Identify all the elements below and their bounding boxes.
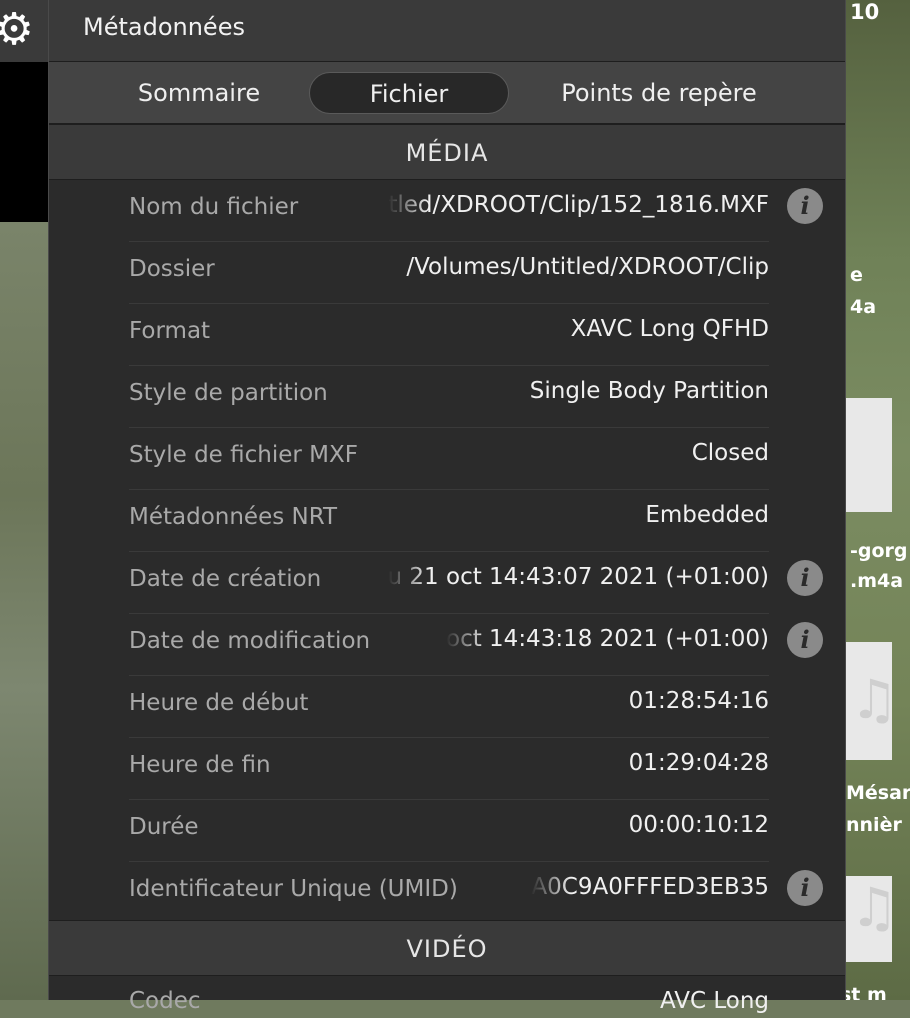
tab-bar: Sommaire Fichier Points de repère bbox=[49, 62, 845, 124]
metadata-row-label: Durée bbox=[129, 814, 215, 840]
metadata-row-codec: Codec AVC Long bbox=[129, 978, 769, 1018]
metadata-row-value[interactable]: 00:00:10:12 bbox=[629, 812, 769, 838]
metadata-row-label: Format bbox=[129, 318, 227, 344]
metadata-panel: Métadonnées Sommaire Fichier Points de r… bbox=[48, 0, 846, 1014]
metadata-row-value[interactable]: 01:29:04:28 bbox=[629, 750, 769, 776]
metadata-row-label: Heure de début bbox=[129, 690, 325, 716]
metadata-row-value[interactable]: Embedded bbox=[645, 502, 769, 528]
info-icon[interactable]: i bbox=[787, 622, 823, 658]
metadata-row: 01:28:54:16 Heure de début bbox=[129, 676, 769, 738]
gear-icon[interactable]: ⚙ bbox=[0, 6, 34, 54]
background-item-label: st m bbox=[846, 984, 887, 1000]
metadata-row-value[interactable]: 01:28:54:16 bbox=[629, 688, 769, 714]
music-note-icon: ♫ bbox=[850, 876, 899, 939]
metadata-row-label: Heure de fin bbox=[129, 752, 287, 778]
metadata-row: A0C9A0FFFED3EB35 Identificateur Unique (U… bbox=[129, 862, 769, 924]
background-photo-left bbox=[0, 222, 48, 1000]
metadata-row-value[interactable]: Single Body Partition bbox=[530, 378, 769, 404]
background-thumbnail[interactable]: ♫ bbox=[846, 642, 899, 760]
background-item-label: -gorg bbox=[850, 540, 908, 562]
section-header-media: MÉDIA bbox=[49, 124, 845, 180]
metadata-row-value[interactable]: u 21 oct 14:43:07 2021 (+01:00) bbox=[388, 564, 769, 590]
metadata-row-label: Style de fichier MXF bbox=[129, 442, 374, 468]
metadata-row: u 21 oct 14:43:07 2021 (+01:00) Date de c… bbox=[129, 552, 769, 614]
info-icon[interactable]: i bbox=[787, 560, 823, 596]
metadata-row-label: Nom du fichier bbox=[129, 194, 315, 220]
background-item-label: nnièr bbox=[846, 814, 902, 836]
metadata-row-value[interactable]: /Volumes/Untitled/XDROOT/Clip bbox=[406, 254, 769, 280]
background-thumbnail[interactable] bbox=[846, 398, 892, 512]
metadata-row-label: Codec bbox=[129, 988, 201, 1014]
metadata-row: Embedded Métadonnées NRT bbox=[129, 490, 769, 552]
background-toolbar-strip: ⚙ bbox=[0, 0, 48, 62]
background-item-label: 4a bbox=[850, 296, 877, 318]
info-icon[interactable]: i bbox=[787, 188, 823, 224]
metadata-row-value[interactable]: oct 14:43:18 2021 (+01:00) bbox=[446, 626, 769, 652]
background-item-label: .m4a bbox=[850, 570, 904, 592]
background-library-strip: 10 e 4a -gorg .m4a ♫ Mésar nnièr ♫ st m bbox=[846, 0, 910, 1000]
tab-fichier[interactable]: Fichier bbox=[309, 72, 509, 114]
metadata-row-value: AVC Long bbox=[659, 988, 769, 1014]
tab-points-de-repere[interactable]: Points de repère bbox=[539, 72, 779, 114]
metadata-row-label: Identificateur Unique (UMID) bbox=[129, 876, 474, 902]
info-icon[interactable]: i bbox=[787, 870, 823, 906]
metadata-row-value[interactable]: A0C9A0FFFED3EB35 bbox=[531, 874, 769, 900]
metadata-row: tled/XDROOT/Clip/152_1816.MXF Nom du fich… bbox=[129, 180, 769, 242]
background-counter-text: 10 bbox=[850, 0, 880, 24]
metadata-row: Closed Style de fichier MXF bbox=[129, 428, 769, 490]
music-note-icon: ♫ bbox=[850, 668, 899, 731]
metadata-row-label: Style de partition bbox=[129, 380, 344, 406]
metadata-row: XAVC Long QFHD Format bbox=[129, 304, 769, 366]
metadata-row: /Volumes/Untitled/XDROOT/Clip Dossier bbox=[129, 242, 769, 304]
metadata-row-label: Dossier bbox=[129, 256, 231, 282]
tab-sommaire[interactable]: Sommaire bbox=[99, 72, 299, 114]
background-thumbnail[interactable]: ♫ bbox=[846, 876, 899, 962]
metadata-row: oct 14:43:18 2021 (+01:00) Date de modifi… bbox=[129, 614, 769, 676]
panel-title: Métadonnées bbox=[83, 13, 245, 41]
metadata-row-value[interactable]: Closed bbox=[692, 440, 769, 466]
section-header-video: VIDÉO bbox=[49, 920, 845, 976]
metadata-row-label: Date de modification bbox=[129, 628, 387, 654]
metadata-row: 01:29:04:28 Heure de fin bbox=[129, 738, 769, 800]
metadata-row-value[interactable]: tled/XDROOT/Clip/152_1816.MXF bbox=[388, 192, 769, 218]
background-item-label: Mésar bbox=[846, 782, 910, 804]
metadata-row: Single Body Partition Style de partition bbox=[129, 366, 769, 428]
background-item-label: e bbox=[850, 264, 863, 286]
metadata-row-label: Date de création bbox=[129, 566, 338, 592]
panel-header: Métadonnées bbox=[49, 0, 845, 62]
metadata-row-value[interactable]: XAVC Long QFHD bbox=[571, 316, 769, 342]
metadata-row: 00:00:10:12 Durée bbox=[129, 800, 769, 862]
metadata-row-label: Métadonnées NRT bbox=[129, 504, 354, 530]
